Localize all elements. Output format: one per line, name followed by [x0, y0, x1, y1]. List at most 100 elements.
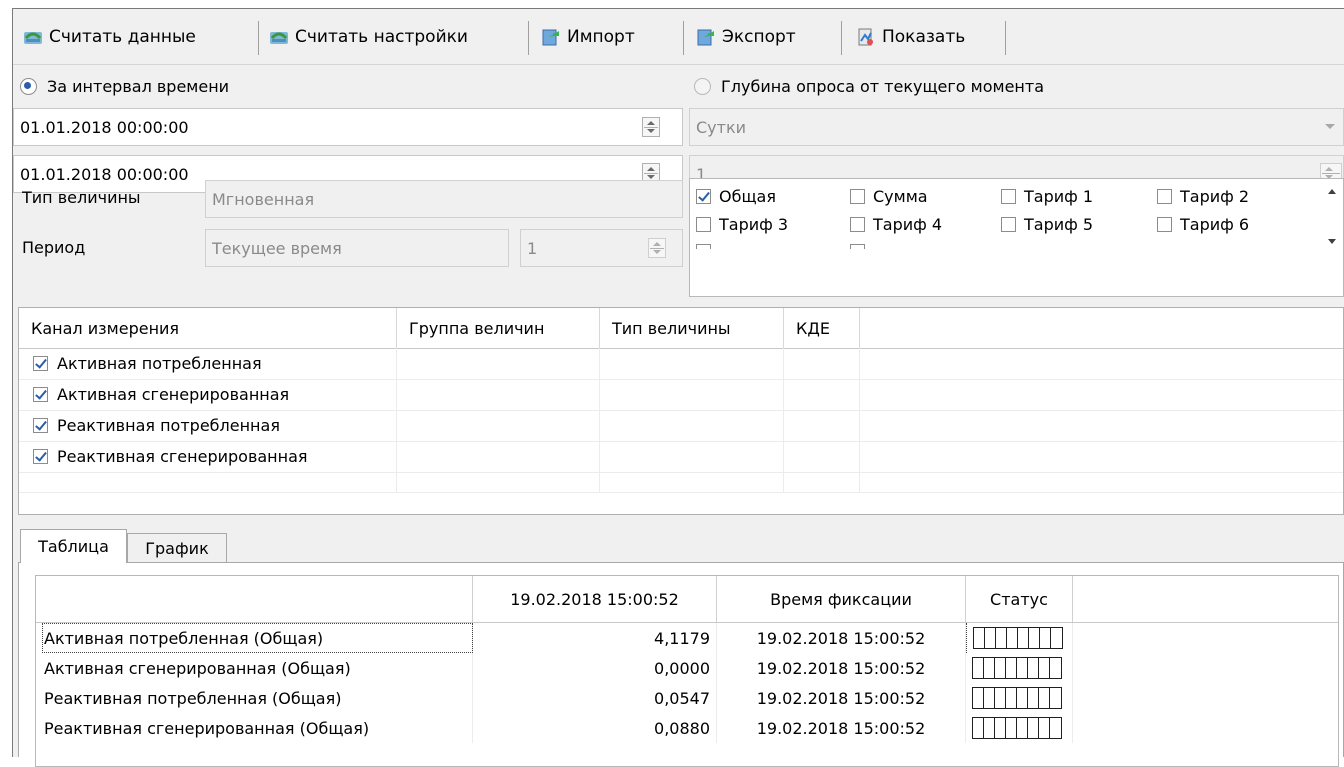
- tariff-item[interactable]: Тариф 6: [1157, 215, 1249, 234]
- tab-label: Таблица: [38, 537, 109, 556]
- result-name-cell: Активная сгенерированная (Общая): [36, 653, 473, 683]
- column-header[interactable]: Тип величины: [600, 308, 784, 348]
- column-header[interactable]: Канал измерения: [19, 308, 397, 348]
- table-cell: [19, 472, 397, 492]
- status-bits-icon: [972, 717, 1062, 739]
- channel-row[interactable]: Реактивная потребленная: [19, 410, 1343, 442]
- column-header[interactable]: [36, 576, 473, 622]
- period-field: Текущее время: [205, 229, 509, 267]
- tariff-item[interactable]: Тариф 5: [1001, 215, 1093, 234]
- toolbar-separator: [683, 21, 684, 55]
- checkbox-checked-icon[interactable]: [33, 387, 48, 402]
- status-bits-icon: [972, 687, 1062, 709]
- tariff-label: Тариф 4: [873, 215, 943, 234]
- depth-radio[interactable]: Глубина опроса от текущего момента: [694, 75, 1044, 97]
- checkbox-partial-icon: [850, 244, 865, 249]
- table-row[interactable]: Реактивная потребленная (Общая) 0,0547 1…: [36, 683, 1338, 713]
- table-cell: [600, 441, 784, 472]
- result-name-cell: Реактивная потребленная (Общая): [36, 683, 473, 713]
- table-cell: [784, 410, 860, 441]
- tariff-label: Сумма: [873, 187, 928, 206]
- checkbox-checked-icon[interactable]: [33, 418, 48, 433]
- scroll-up-icon[interactable]: [1328, 189, 1336, 194]
- checkbox-checked-icon[interactable]: [33, 356, 48, 371]
- column-header[interactable]: Группа величин: [397, 308, 600, 348]
- export-button[interactable]: Экспорт: [696, 21, 796, 53]
- tariff-label: Тариф 2: [1180, 187, 1250, 206]
- table-row[interactable]: Активная потребленная (Общая) 4,1179 19.…: [36, 623, 1338, 653]
- tariff-label: Тариф 3: [719, 215, 789, 234]
- result-name-cell: Активная потребленная (Общая): [42, 623, 473, 653]
- interval-radio[interactable]: За интервал времени: [20, 75, 229, 97]
- result-status-cell: [966, 623, 1073, 653]
- table-cell: [784, 441, 860, 472]
- result-value-cell: 0,0547: [473, 683, 717, 713]
- table-cell: [397, 410, 600, 441]
- channel-row[interactable]: Реактивная сгенерированная: [19, 441, 1343, 473]
- table-cell: [600, 472, 784, 492]
- column-header[interactable]: 19.02.2018 15:00:52: [473, 576, 717, 622]
- channels-grid: Канал измерения Группа величин Тип велич…: [18, 307, 1344, 515]
- table-cell: [397, 348, 600, 379]
- depth-unit-select[interactable]: Сутки: [689, 108, 1344, 146]
- checkbox-icon: [850, 189, 865, 204]
- show-label: Показать: [882, 27, 966, 47]
- tariff-item[interactable]: Общая: [696, 187, 776, 206]
- result-value-cell: 0,0000: [473, 653, 717, 683]
- channel-name: Реактивная потребленная: [57, 416, 280, 435]
- toolbar: Считать данные Считать настройки Импорт …: [13, 9, 1344, 65]
- result-status-cell: [966, 713, 1073, 743]
- export-label: Экспорт: [722, 27, 796, 47]
- value-type-value: Мгновенная: [212, 189, 315, 209]
- tariff-label: Тариф 5: [1024, 215, 1094, 234]
- interval-from-spinner[interactable]: [642, 117, 660, 137]
- checkbox-icon: [850, 217, 865, 232]
- tariff-item[interactable]: Тариф 2: [1157, 187, 1249, 206]
- column-header[interactable]: КДЕ: [784, 308, 860, 348]
- tariff-label: Общая: [719, 187, 776, 206]
- checkbox-icon: [1001, 189, 1016, 204]
- tariff-label: Тариф 6: [1180, 215, 1250, 234]
- table-cell: [397, 472, 600, 492]
- scroll-down-icon[interactable]: [1328, 239, 1336, 244]
- channel-name-cell: Активная сгенерированная: [19, 379, 397, 410]
- tariff-item[interactable]: Тариф 1: [1001, 187, 1093, 206]
- tariff-item[interactable]: Тариф 3: [696, 215, 788, 234]
- read-data-button[interactable]: Считать данные: [23, 21, 196, 53]
- column-header[interactable]: Статус: [966, 576, 1073, 622]
- table-cell: [600, 348, 784, 379]
- tab-chart[interactable]: График: [127, 533, 227, 563]
- table-row[interactable]: Активная сгенерированная (Общая) 0,0000 …: [36, 653, 1338, 683]
- result-time-cell: 19.02.2018 15:00:52: [717, 623, 966, 653]
- read-settings-label: Считать настройки: [295, 27, 468, 47]
- channel-row[interactable]: Активная потребленная: [19, 348, 1343, 380]
- tariff-list: Общая Сумма Тариф 1 Тариф 2 Тариф 3 Тари…: [689, 178, 1344, 297]
- channel-name-cell: Реактивная сгенерированная: [19, 441, 397, 472]
- chevron-down-icon: [1325, 124, 1335, 129]
- tariff-item[interactable]: Тариф 4: [850, 215, 942, 234]
- import-button[interactable]: Импорт: [541, 21, 635, 53]
- channel-name: Активная потребленная: [57, 354, 262, 373]
- table-cell: [397, 441, 600, 472]
- show-button[interactable]: Показать: [856, 21, 965, 53]
- tariff-item[interactable]: Сумма: [850, 187, 928, 206]
- channel-row[interactable]: Активная сгенерированная: [19, 379, 1343, 411]
- read-settings-icon: [270, 32, 288, 44]
- import-label: Импорт: [567, 27, 635, 47]
- checkbox-icon: [1157, 217, 1172, 232]
- column-header[interactable]: Время фиксации: [717, 576, 966, 622]
- result-value-cell: 0,0880: [473, 713, 717, 743]
- results-header: 19.02.2018 15:00:52 Время фиксации Стату…: [36, 576, 1338, 623]
- tab-table[interactable]: Таблица: [20, 529, 127, 563]
- toolbar-separator: [528, 21, 529, 55]
- checkbox-checked-icon[interactable]: [33, 449, 48, 464]
- interval-from-field[interactable]: 01.01.2018 00:00:00: [13, 108, 683, 146]
- table-row[interactable]: Реактивная сгенерированная (Общая) 0,088…: [36, 713, 1338, 743]
- table-cell: [397, 379, 600, 410]
- tariff-scrollbar[interactable]: [1321, 179, 1343, 296]
- channel-name: Активная сгенерированная: [57, 385, 290, 404]
- import-icon: [542, 29, 559, 46]
- read-settings-button[interactable]: Считать настройки: [269, 21, 468, 53]
- value-type-field: Мгновенная: [205, 180, 683, 218]
- tab-panel: 19.02.2018 15:00:52 Время фиксации Стату…: [18, 562, 1344, 767]
